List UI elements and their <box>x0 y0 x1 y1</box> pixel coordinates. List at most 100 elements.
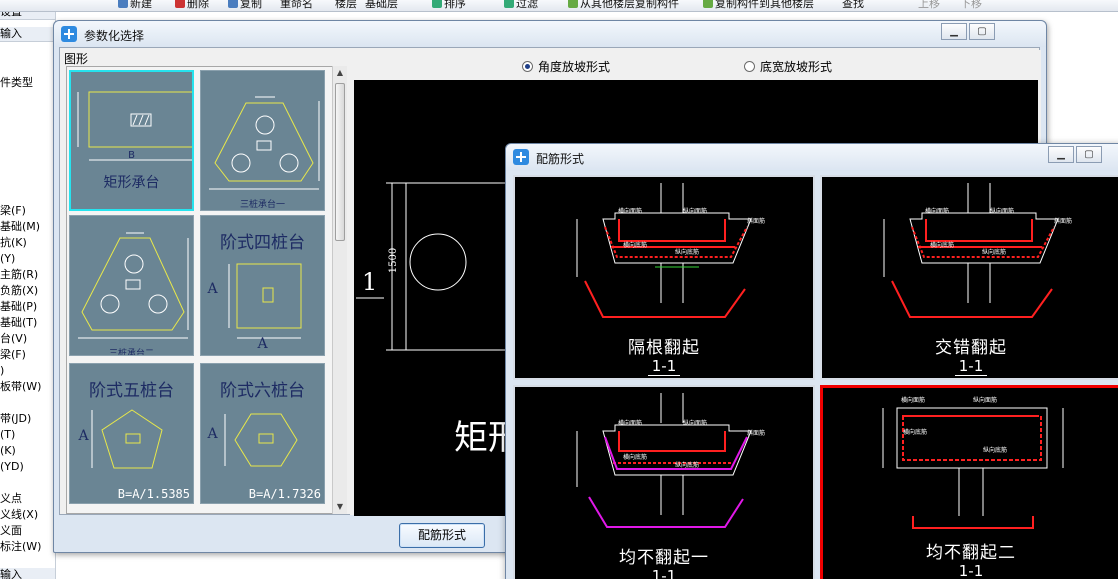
radio-angle-slope[interactable]: 角度放坡形式 <box>522 58 610 75</box>
copy-icon <box>228 0 238 8</box>
thumb-step-5pile[interactable]: 阶式五桩台 A B=A/1.5385 <box>69 363 194 504</box>
rebar-dialog-title-bar[interactable]: 配筋形式 ▁ ▢ <box>506 144 1118 171</box>
component-tree: 设置 输入 件类型 梁(F) 基础(M) 抗(K) (Y) 主筋(R) 负筋(X… <box>0 12 56 579</box>
rebar-form-button[interactable]: 配筋形式 <box>399 523 485 548</box>
tree-item[interactable]: 义线(X) <box>0 508 38 522</box>
label-h-bot: 横向底筋 <box>903 428 927 436</box>
rebar-option-no-bend-1[interactable]: 横向面筋 纵向面筋 横向底筋 纵向底筋 斜面筋 均不翻起一 1-1 <box>513 385 815 579</box>
thumb-step-6pile[interactable]: 阶式六桩台 A B=A/1.7326 <box>200 363 325 504</box>
thumb-pile3-type1[interactable]: 三桩承台一 <box>200 70 325 211</box>
input-header[interactable]: 输入 <box>0 27 55 42</box>
settings-header[interactable]: 设置 <box>0 12 55 20</box>
step-5pile-formula: B=A/1.5385 <box>117 487 190 501</box>
move-down-button[interactable]: 下移 <box>960 0 982 11</box>
tree-item[interactable]: (K) <box>0 444 16 458</box>
label-slope: 斜面筋 <box>1054 217 1072 225</box>
tree-item[interactable]: 梁(F) <box>0 204 26 218</box>
tree-item[interactable]: 义点 <box>0 492 22 506</box>
filter-button[interactable]: 过滤 <box>504 0 538 11</box>
tree-item[interactable]: 带(JD) <box>0 412 31 426</box>
label-v-top: 纵向面筋 <box>683 207 707 215</box>
tree-item-type[interactable]: 件类型 <box>0 76 33 90</box>
rebar-option-alternate-bend[interactable]: 横向面筋 纵向面筋 横向底筋 纵向底筋 斜面筋 隔根翻起 1-1 <box>513 175 815 380</box>
app-logo-icon <box>513 149 529 165</box>
scroll-down-icon[interactable]: ▼ <box>333 500 347 514</box>
scroll-thumb[interactable] <box>335 83 345 241</box>
label-v-bot: 纵向底筋 <box>675 461 699 469</box>
rebar-form-dialog: 配筋形式 ▁ ▢ 横向面筋 纵向面筋 横向底筋 纵向底筋 斜面筋 隔根翻起 1-… <box>505 143 1118 579</box>
sort-button[interactable]: 排序 <box>432 0 466 11</box>
tree-item[interactable]: ) <box>0 364 4 378</box>
main-toolbar: 新建 删除 复制 重命名 楼层 基础层 排序 过滤 从其他楼层复制构件 复制构件… <box>0 0 1118 12</box>
background-panel <box>1040 40 1118 140</box>
maximize-button[interactable]: ▢ <box>969 23 995 40</box>
copy-from-floor-icon <box>568 0 578 8</box>
radio-width-slope[interactable]: 底宽放坡形式 <box>744 58 832 75</box>
find-button[interactable]: 查找 <box>842 0 864 11</box>
tree-item[interactable]: 基础(P) <box>0 300 37 314</box>
rename-button[interactable]: 重命名 <box>280 0 313 11</box>
label-h-top: 横向面筋 <box>618 207 642 215</box>
label-h-top: 横向面筋 <box>618 419 642 427</box>
tree-item[interactable]: 板带(W) <box>0 380 41 394</box>
tree-item[interactable]: (YD) <box>0 460 24 474</box>
thumb-pile3-type2[interactable]: 三桩承台二 <box>69 215 194 356</box>
dim-1500-label: 1500 <box>388 247 400 274</box>
floor-label: 楼层 <box>335 0 357 10</box>
section-label: 1-1 <box>515 567 813 579</box>
rebar-option-no-bend-2[interactable]: 横向面筋 纵向面筋 横向底筋 纵向底筋 均不翻起二 1-1 <box>820 385 1118 579</box>
minimize-button[interactable]: ▁ <box>1048 146 1074 163</box>
delete-button[interactable]: 删除 <box>175 0 209 11</box>
rebar-option-name: 交错翻起 <box>935 338 1007 358</box>
label-h-bot: 横向底筋 <box>930 241 954 249</box>
app-logo-icon <box>61 26 77 42</box>
sort-icon <box>432 0 442 8</box>
copy-from-floor-button[interactable]: 从其他楼层复制构件 <box>568 0 679 11</box>
copy-to-floor-icon <box>703 0 713 8</box>
thumb-rect-cap[interactable]: B 矩形承台 <box>69 70 194 211</box>
label-v-top: 纵向面筋 <box>973 396 997 404</box>
rect-cap-label: 矩形承台 <box>103 175 160 191</box>
dialog-title-bar[interactable]: 参数化选择 ▁ ▢ <box>54 21 1046 47</box>
step-6pile-formula: B=A/1.7326 <box>248 487 321 501</box>
label-v-top: 纵向面筋 <box>990 207 1014 215</box>
delete-icon <box>175 0 185 8</box>
rebar-option-staggered-bend[interactable]: 横向面筋 纵向面筋 横向底筋 纵向底筋 斜面筋 交错翻起 1-1 <box>820 175 1118 380</box>
copy-button[interactable]: 复制 <box>228 0 262 11</box>
label-v-bot: 纵向底筋 <box>675 248 699 256</box>
copy-to-floor-button[interactable]: 复制构件到其他楼层 <box>703 0 814 11</box>
step-4pile-label: 阶式四桩台 <box>220 233 305 253</box>
tree-item[interactable]: 基础(M) <box>0 220 40 234</box>
move-up-button[interactable]: 上移 <box>918 0 940 11</box>
label-v-bot: 纵向底筋 <box>982 248 1006 256</box>
section-label: 1-1 <box>823 562 1118 579</box>
tree-item[interactable]: (Y) <box>0 252 15 266</box>
tree-item[interactable]: 抗(K) <box>0 236 27 250</box>
thumbnail-scrollbar[interactable]: ▲ ▼ <box>332 66 347 514</box>
new-button[interactable]: 新建 <box>118 0 152 11</box>
tree-item[interactable]: 台(V) <box>0 332 27 346</box>
new-icon <box>118 0 128 8</box>
floor-select[interactable]: 基础层 <box>365 0 398 11</box>
dialog-title: 参数化选择 <box>84 29 145 43</box>
input-footer[interactable]: 输入 <box>0 568 55 579</box>
label-slope: 斜面筋 <box>747 217 765 225</box>
tree-item[interactable]: 基础(T) <box>0 316 37 330</box>
shape-thumbnail-list: B 矩形承台 三桩承台一 三桩承台二 阶式四桩台 A A 阶式五桩台 A B=A… <box>66 66 347 514</box>
maximize-button[interactable]: ▢ <box>1076 146 1102 163</box>
scroll-up-icon[interactable]: ▲ <box>333 66 347 80</box>
thumb-step-4pile[interactable]: 阶式四桩台 A A <box>200 215 325 356</box>
tree-item[interactable]: 标注(W) <box>0 540 41 554</box>
rebar-option-grid: 横向面筋 纵向面筋 横向底筋 纵向底筋 斜面筋 隔根翻起 1-1 横向面筋 纵向… <box>513 175 1118 579</box>
minimize-button[interactable]: ▁ <box>941 23 967 40</box>
rebar-dialog-title: 配筋形式 <box>536 152 585 166</box>
tree-item[interactable]: 义面 <box>0 524 22 538</box>
rect-width-dim: B <box>128 150 135 161</box>
tree-item[interactable]: 负筋(X) <box>0 284 38 298</box>
tree-item[interactable]: (T) <box>0 428 15 442</box>
pile3-type2-drawing <box>78 232 189 339</box>
tree-item[interactable]: 梁(F) <box>0 348 26 362</box>
tree-item[interactable]: 主筋(R) <box>0 268 38 282</box>
label-v-bot: 纵向底筋 <box>983 446 1007 454</box>
step-4pile-dim-a: A <box>207 281 218 297</box>
